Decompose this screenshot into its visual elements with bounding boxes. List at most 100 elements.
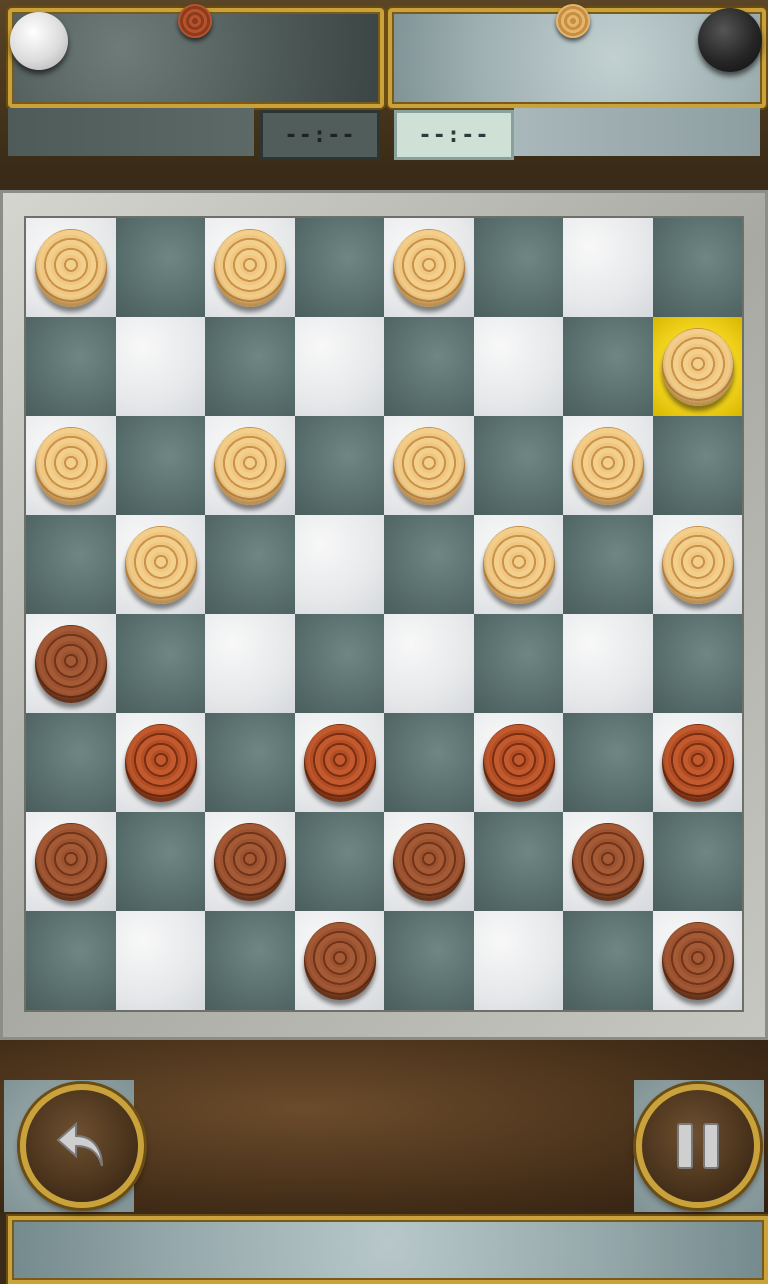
board-square[interactable] [294, 515, 384, 614]
left-rail [8, 108, 254, 156]
light-checker-piece[interactable] [35, 427, 107, 505]
board-square[interactable] [115, 614, 205, 713]
board-square[interactable] [473, 218, 563, 317]
board-square[interactable] [473, 515, 563, 614]
board-square[interactable] [115, 515, 205, 614]
dark-checker-piece[interactable] [482, 724, 555, 802]
light-checker-piece[interactable] [35, 229, 107, 307]
light-checker-piece[interactable] [661, 526, 734, 604]
board-square[interactable] [115, 218, 205, 317]
board-square[interactable] [294, 911, 384, 1010]
board-square[interactable] [652, 416, 742, 515]
undo-arrow-icon [56, 1121, 103, 1167]
dark-checker-piece[interactable] [661, 724, 734, 802]
undo-button[interactable] [20, 1084, 144, 1208]
board-square[interactable] [294, 416, 384, 515]
board-square[interactable] [205, 812, 295, 911]
board-square[interactable] [563, 515, 653, 614]
dark-checker-piece[interactable] [35, 625, 107, 703]
white-player-stone-icon [10, 12, 68, 70]
dark-checker-piece[interactable] [572, 823, 644, 901]
board-square[interactable] [205, 713, 295, 812]
board-square[interactable] [384, 317, 474, 416]
bottom-marble-strip [8, 1216, 768, 1284]
board-square[interactable] [115, 713, 205, 812]
dark-checker-piece[interactable] [124, 724, 197, 802]
board-square[interactable] [473, 416, 563, 515]
light-checker-piece[interactable] [393, 427, 465, 505]
board-square[interactable] [294, 713, 384, 812]
board-square[interactable] [563, 416, 653, 515]
board-square[interactable] [652, 614, 742, 713]
board-square[interactable] [473, 911, 563, 1010]
board-square[interactable] [26, 713, 116, 812]
board-square[interactable] [384, 614, 474, 713]
board-square[interactable] [294, 812, 384, 911]
board-square[interactable] [473, 713, 563, 812]
board-square[interactable] [115, 812, 205, 911]
light-checker-piece[interactable] [661, 328, 734, 406]
board-square[interactable] [384, 416, 474, 515]
light-checker-piece[interactable] [393, 229, 465, 307]
board-square[interactable] [26, 614, 116, 713]
board-square[interactable] [205, 317, 295, 416]
board-square[interactable] [563, 218, 653, 317]
light-checker-piece[interactable] [482, 526, 555, 604]
board-square[interactable] [473, 317, 563, 416]
pause-button[interactable] [636, 1084, 760, 1208]
timer-dark-player: --:-- [260, 110, 380, 160]
board-square[interactable] [26, 317, 116, 416]
board-square[interactable] [473, 614, 563, 713]
board-square[interactable] [26, 218, 116, 317]
board-square[interactable] [652, 911, 742, 1010]
dark-checker-piece[interactable] [303, 724, 376, 802]
board-square[interactable] [205, 515, 295, 614]
board-square[interactable] [205, 614, 295, 713]
board-square[interactable] [294, 614, 384, 713]
board-square[interactable] [384, 515, 474, 614]
board-square-selected[interactable] [652, 317, 742, 416]
dark-checker-piece[interactable] [661, 922, 734, 1000]
checkers-board[interactable] [26, 218, 742, 1010]
light-checker-piece[interactable] [214, 229, 286, 307]
light-checker-piece[interactable] [124, 526, 197, 604]
board-square[interactable] [563, 812, 653, 911]
pause-icon [677, 1123, 719, 1169]
board-square[interactable] [26, 416, 116, 515]
board-square[interactable] [473, 812, 563, 911]
game-header: --:-- --:-- [0, 0, 768, 166]
board-square[interactable] [115, 416, 205, 515]
dark-checker-piece[interactable] [393, 823, 465, 901]
board-square[interactable] [384, 911, 474, 1010]
board-square[interactable] [563, 911, 653, 1010]
board-square[interactable] [652, 713, 742, 812]
dark-checker-piece[interactable] [35, 823, 107, 901]
board-square[interactable] [26, 911, 116, 1010]
board-square[interactable] [563, 317, 653, 416]
dark-checker-piece[interactable] [303, 922, 376, 1000]
light-checker-piece[interactable] [214, 427, 286, 505]
board-square[interactable] [26, 812, 116, 911]
board-square[interactable] [563, 614, 653, 713]
board-square[interactable] [652, 218, 742, 317]
board-square[interactable] [115, 911, 205, 1010]
board-square[interactable] [384, 713, 474, 812]
board-square[interactable] [294, 317, 384, 416]
light-checker-piece[interactable] [572, 427, 644, 505]
board-square[interactable] [205, 416, 295, 515]
board-square[interactable] [205, 218, 295, 317]
board-square[interactable] [384, 218, 474, 317]
right-rail [514, 108, 760, 156]
timer-light-player: --:-- [394, 110, 514, 160]
dark-checker-piece[interactable] [214, 823, 286, 901]
board-square[interactable] [384, 812, 474, 911]
black-player-stone-icon [698, 8, 762, 72]
board-square[interactable] [652, 515, 742, 614]
board-square[interactable] [26, 515, 116, 614]
board-square[interactable] [563, 713, 653, 812]
board-square[interactable] [652, 812, 742, 911]
board-square[interactable] [205, 911, 295, 1010]
captured-dark-piece-icon [178, 4, 212, 38]
board-square[interactable] [294, 218, 384, 317]
board-square[interactable] [115, 317, 205, 416]
